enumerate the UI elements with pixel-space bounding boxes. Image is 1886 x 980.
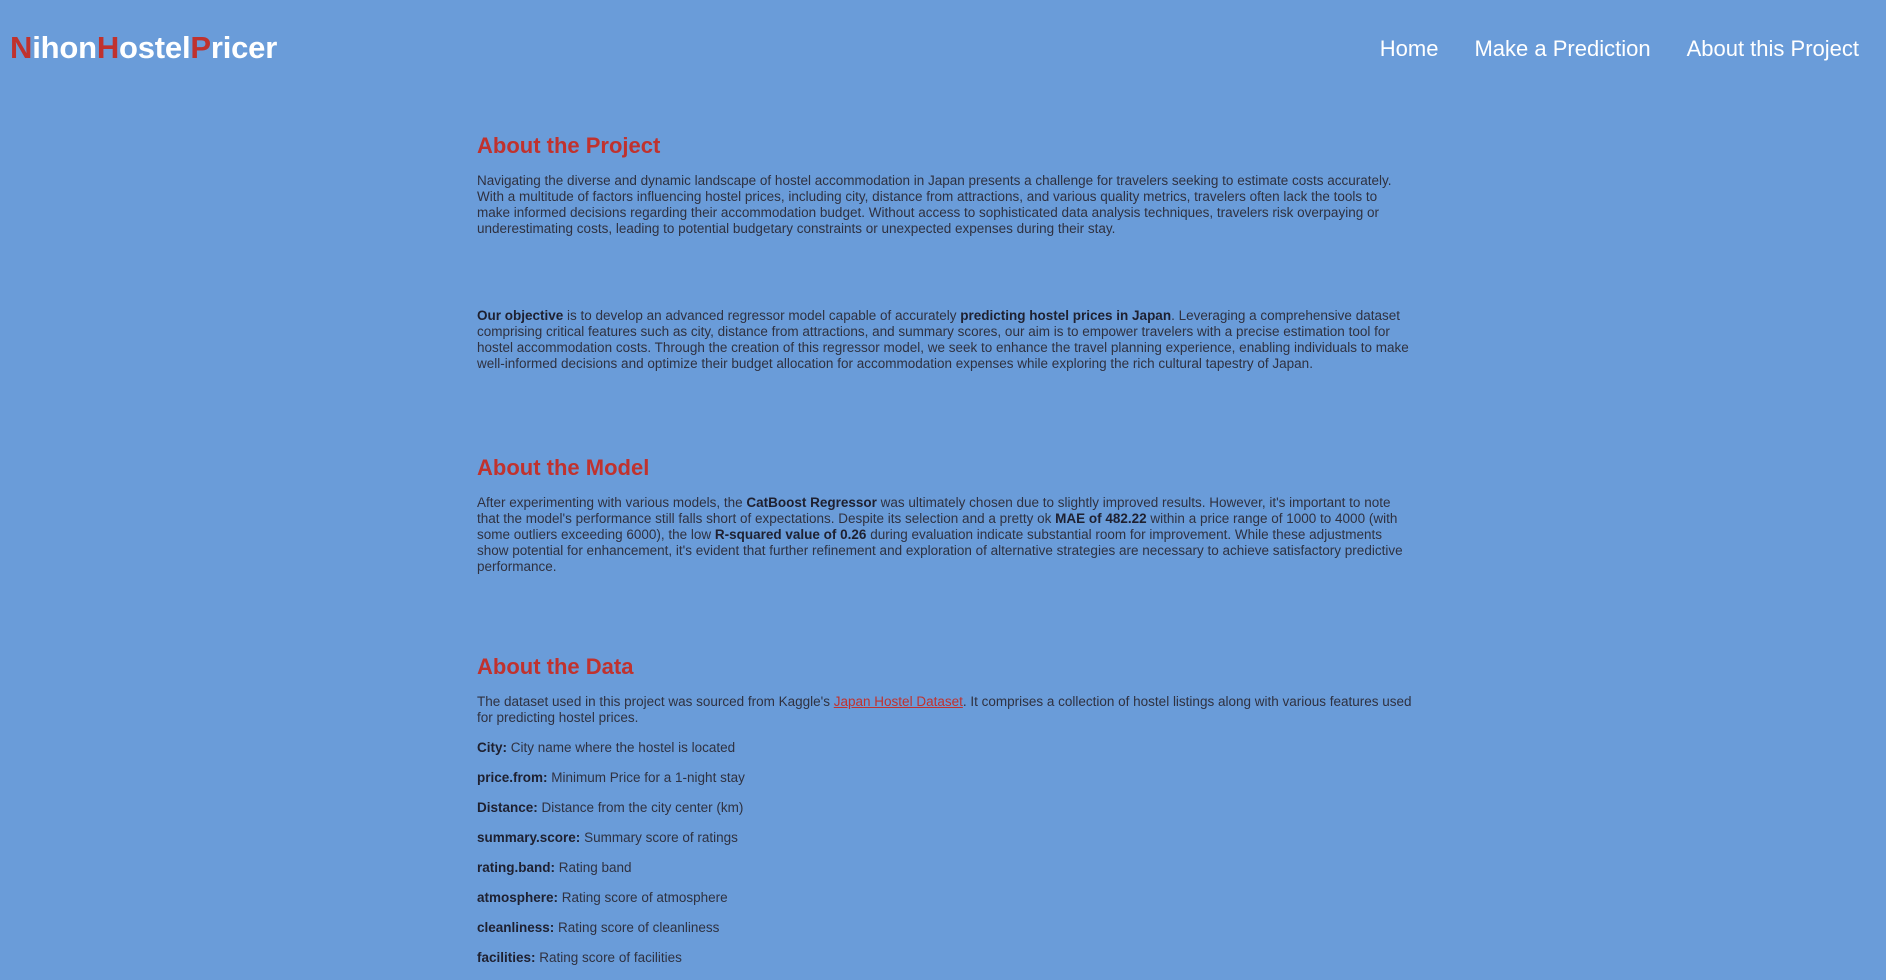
feature-item: price.from: Minimum Price for a 1-night … — [477, 770, 1412, 786]
objective-bold-2: predicting hostel prices in Japan — [960, 308, 1172, 323]
logo-letter-h: H — [96, 30, 119, 65]
feature-name: cleanliness: — [477, 920, 555, 935]
nav-links: Home Make a Prediction About this Projec… — [1380, 36, 1859, 62]
logo-text-ihon: ihon — [32, 30, 97, 65]
logo-letter-p: P — [190, 30, 211, 65]
nav-link-home[interactable]: Home — [1380, 36, 1439, 62]
feature-item: facilities: Rating score of facilities — [477, 950, 1412, 966]
feature-name: price.from: — [477, 770, 548, 785]
feature-desc: Summary score of ratings — [580, 830, 738, 845]
about-model-heading: About the Model — [477, 455, 650, 480]
site-logo[interactable]: NihonHostelPricer — [10, 30, 277, 66]
feature-name: Distance: — [477, 800, 538, 815]
feature-item: atmosphere: Rating score of atmosphere — [477, 890, 1412, 906]
model-name-bold: CatBoost Regressor — [746, 495, 877, 510]
objective-text-1: is to develop an advanced regressor mode… — [563, 308, 961, 323]
feature-item: cleanliness: Rating score of cleanliness — [477, 920, 1412, 936]
feature-name: atmosphere: — [477, 890, 559, 905]
feature-desc: Minimum Price for a 1-night stay — [547, 770, 745, 785]
feature-name: rating.band: — [477, 860, 555, 875]
data-intro-paragraph: The dataset used in this project was sou… — [477, 694, 1412, 726]
logo-letter-n: N — [10, 30, 33, 65]
about-data-heading: About the Data — [477, 654, 634, 679]
feature-item: rating.band: Rating band — [477, 860, 1412, 876]
nav-link-make-prediction[interactable]: Make a Prediction — [1474, 36, 1650, 62]
feature-desc: Rating score of cleanliness — [554, 920, 720, 935]
feature-name: facilities: — [477, 950, 536, 965]
feature-desc: Rating score of facilities — [535, 950, 682, 965]
feature-item: City: City name where the hostel is loca… — [477, 740, 1412, 756]
r-squared-bold: R-squared value of 0.26 — [714, 527, 867, 542]
feature-name: summary.score: — [477, 830, 581, 845]
model-paragraph: After experimenting with various models,… — [477, 495, 1412, 575]
data-intro-text-1: The dataset used in this project was sou… — [477, 694, 834, 709]
logo-text-ostel: ostel — [119, 30, 191, 65]
main-content: About the Project Navigating the diverse… — [477, 130, 1412, 980]
feature-name: City: — [477, 740, 507, 755]
feature-desc: City name where the hostel is located — [507, 740, 736, 755]
model-text-1: After experimenting with various models,… — [477, 495, 747, 510]
project-objective-paragraph: Our objective is to develop an advanced … — [477, 308, 1412, 372]
feature-desc: Distance from the city center (km) — [537, 800, 744, 815]
feature-item: summary.score: Summary score of ratings — [477, 830, 1412, 846]
project-problem-paragraph: Navigating the diverse and dynamic lands… — [477, 173, 1392, 236]
feature-desc: Rating score of atmosphere — [558, 890, 728, 905]
nav-link-about-project[interactable]: About this Project — [1687, 36, 1859, 62]
logo-text-ricer: ricer — [210, 30, 278, 65]
mae-bold: MAE of 482.22 — [1055, 511, 1147, 526]
objective-bold: Our objective — [477, 308, 564, 323]
japan-hostel-dataset-link[interactable]: Japan Hostel Dataset — [834, 694, 963, 709]
about-project-heading: About the Project — [477, 133, 661, 158]
feature-desc: Rating band — [555, 860, 632, 875]
feature-item: Distance: Distance from the city center … — [477, 800, 1412, 816]
navbar: NihonHostelPricer Home Make a Prediction… — [0, 0, 1886, 96]
